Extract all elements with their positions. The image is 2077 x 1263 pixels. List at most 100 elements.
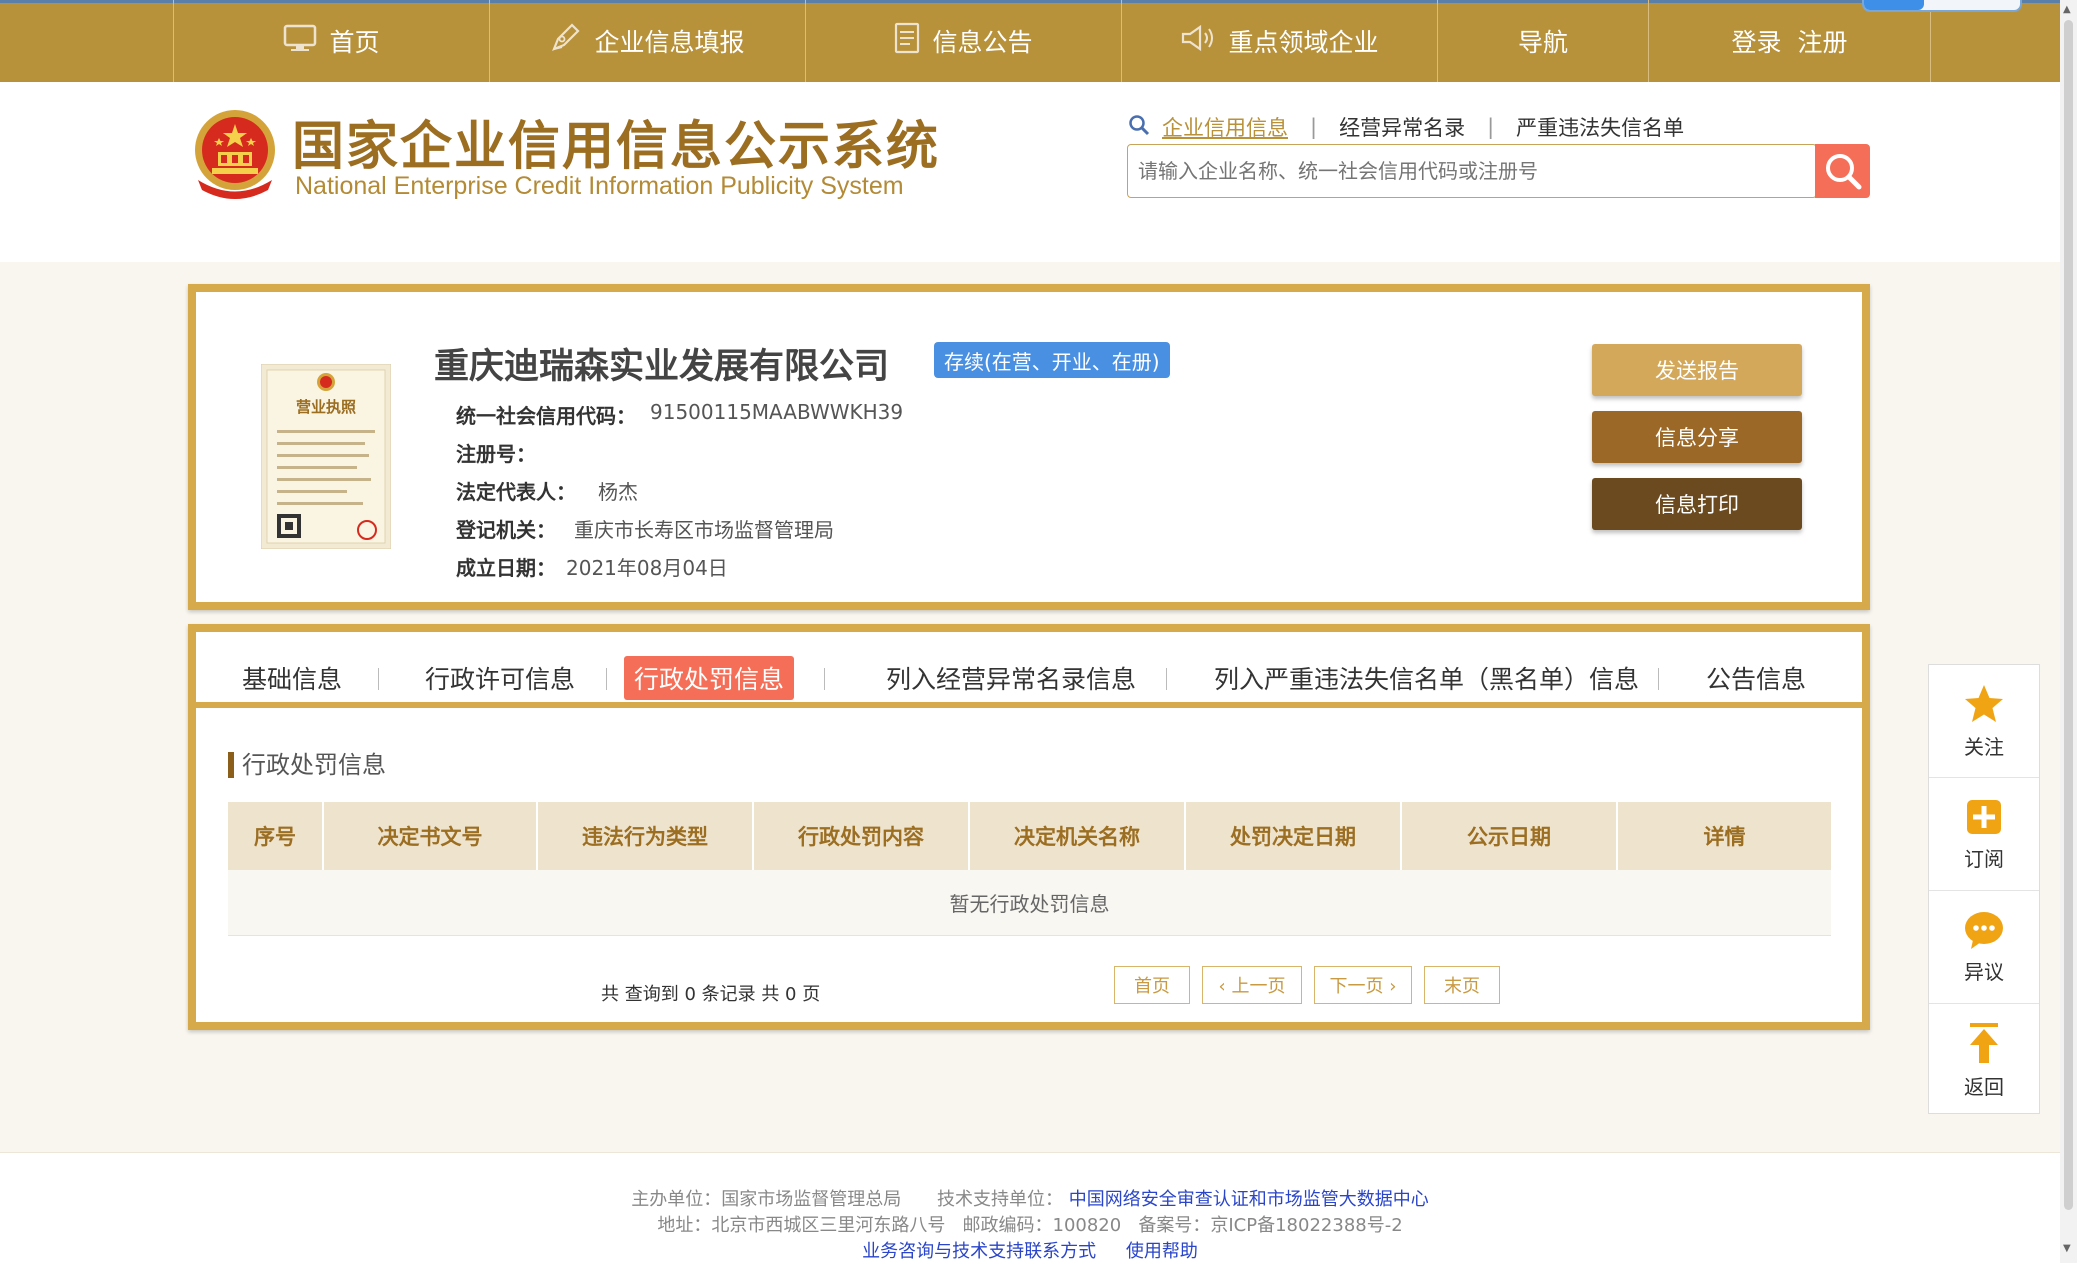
tab-admin-penalty[interactable]: 行政处罚信息: [624, 656, 795, 700]
column-header: 行政处罚内容: [754, 802, 970, 870]
info-authority-value: 重庆市长寿区市场监督管理局: [574, 518, 834, 542]
search-tab-blacklist[interactable]: 严重违法失信名单: [1516, 112, 1684, 142]
nav-login-register-label: 登录 注册: [1731, 28, 1848, 57]
search-tab-abnormal-list[interactable]: 经营异常名录: [1339, 112, 1465, 142]
column-header: 决定机关名称: [970, 802, 1186, 870]
send-report-button[interactable]: 发送报告: [1592, 344, 1802, 396]
search-tabs: 企业信用信息 | 经营异常名录 | 严重违法失信名单: [1128, 112, 1684, 142]
info-legal-rep-label: 法定代表人：: [456, 480, 576, 504]
vertical-scrollbar[interactable]: ▲ ▼: [2060, 0, 2077, 1263]
penalty-table: 序号 决定书文号 违法行为类型 行政处罚内容 决定机关名称 处罚决定日期 公示日…: [228, 802, 1831, 936]
search-tab-credit-info[interactable]: 企业信用信息: [1162, 112, 1288, 142]
nav-announcement[interactable]: 信息公告: [805, 0, 1121, 82]
search-icon: [1826, 154, 1862, 190]
site-header: 国家企业信用信息公示系统 National Enterprise Credit …: [0, 82, 2060, 262]
tab-divider: [1658, 668, 1659, 690]
monitor-icon: [283, 24, 317, 58]
site-title: 国家企业信用信息公示系统: [292, 117, 941, 177]
side-toolbar: 关注 订阅 异议 返回: [1928, 664, 2040, 1114]
info-established-value: 2021年08月04日: [566, 556, 728, 580]
company-name: 重庆迪瑞森实业发展有限公司: [434, 347, 890, 387]
section-title: 行政处罚信息: [228, 752, 386, 778]
objection-button[interactable]: 异议: [1929, 891, 2039, 1003]
nav-navigation-label: 导航: [1517, 28, 1568, 57]
nav-login-register[interactable]: 登录 注册: [1648, 0, 1931, 82]
tab-basic-info[interactable]: 基础信息: [232, 656, 352, 700]
pager-prev-button[interactable]: ‹ 上一页: [1202, 966, 1302, 1004]
license-title: 营业执照: [296, 398, 356, 416]
status-badge: 存续(在营、开业、在册): [934, 342, 1170, 378]
subscribe-label: 订阅: [1964, 846, 2004, 871]
info-reg-number: 注册号：: [456, 438, 536, 467]
tab-announcements[interactable]: 公告信息: [1696, 656, 1816, 700]
top-nav: 首页 企业信息填报 信息公告 重点领域企业 导航 登录 注册: [0, 0, 2060, 82]
star-icon: [1965, 684, 2003, 722]
nav-navigation[interactable]: 导航: [1437, 0, 1648, 82]
tab-divider: [378, 668, 379, 690]
nav-key-enterprises[interactable]: 重点领域企业: [1121, 0, 1437, 82]
browser-overlay-pill: [1862, 0, 2022, 12]
tab-divider: [606, 668, 607, 690]
info-tabs-panel: 基础信息 行政许可信息 行政处罚信息 列入经营异常名录信息 列入严重违法失信名单…: [188, 624, 1870, 1030]
search-tab-divider: |: [1310, 115, 1318, 139]
info-credit-code: 统一社会信用代码： 91500115MAABWWKH39: [456, 400, 903, 429]
footer-address: 地址：北京市西城区三里河东路八号 邮政编码：100820 备案号：京ICP备18…: [657, 1215, 1403, 1236]
arrow-up-icon: [1970, 1022, 1998, 1063]
search-tab-divider: |: [1487, 115, 1495, 139]
pager-first-button[interactable]: 首页: [1114, 966, 1190, 1004]
chat-icon: [1965, 911, 2003, 949]
nav-enterprise-report[interactable]: 企业信息填报: [489, 0, 805, 82]
nav-enterprise-report-label: 企业信息填报: [594, 28, 745, 57]
print-info-button[interactable]: 信息打印: [1592, 478, 1802, 530]
footer-tech-org-link[interactable]: 中国网络安全审查认证和市场监管大数据中心: [1069, 1189, 1429, 1210]
column-header: 处罚决定日期: [1186, 802, 1402, 870]
footer-help-link[interactable]: 使用帮助: [1126, 1241, 1198, 1262]
footer-sponsor: 主办单位：国家市场监督管理总局: [631, 1189, 902, 1210]
scroll-down-icon[interactable]: ▼: [2063, 1243, 2071, 1254]
subscribe-button[interactable]: 订阅: [1929, 778, 2039, 890]
info-established: 成立日期： 2021年08月04日: [456, 552, 728, 581]
nav-home[interactable]: 首页: [173, 0, 489, 82]
info-legal-rep-value: 杨杰: [598, 480, 638, 504]
pager-last-button[interactable]: 末页: [1424, 966, 1500, 1004]
back-to-top-label: 返回: [1964, 1074, 2004, 1099]
tab-admin-license[interactable]: 行政许可信息: [415, 656, 585, 700]
follow-button[interactable]: 关注: [1929, 665, 2039, 777]
tab-divider: [824, 668, 825, 690]
search-input[interactable]: [1127, 144, 1817, 198]
info-authority-label: 登记机关：: [456, 518, 556, 542]
tab-abnormal-list[interactable]: 列入经营异常名录信息: [876, 656, 1146, 700]
footer-links: 业务咨询与技术支持联系方式 使用帮助: [0, 1237, 2060, 1263]
scroll-up-icon[interactable]: ▲: [2063, 4, 2071, 15]
business-license-image[interactable]: 营业执照: [260, 363, 392, 550]
info-authority: 登记机关： 重庆市长寿区市场监督管理局: [456, 514, 834, 543]
nav-key-enterprises-label: 重点领域企业: [1228, 28, 1379, 57]
nav-announcement-label: 信息公告: [932, 28, 1033, 57]
plus-icon: [1967, 799, 2001, 834]
share-info-button[interactable]: 信息分享: [1592, 411, 1802, 463]
search-button[interactable]: [1815, 144, 1870, 198]
objection-label: 异议: [1964, 959, 2004, 984]
info-credit-code-label: 统一社会信用代码：: [456, 404, 636, 428]
footer-sponsor-line: 主办单位：国家市场监督管理总局 技术支持单位： 中国网络安全审查认证和市场监管大…: [0, 1185, 2060, 1211]
nav-home-label: 首页: [329, 28, 380, 57]
info-established-label: 成立日期：: [456, 556, 556, 580]
footer-contact-link[interactable]: 业务咨询与技术支持联系方式: [862, 1241, 1096, 1262]
info-reg-number-label: 注册号：: [456, 442, 536, 466]
site-subtitle: National Enterprise Credit Information P…: [295, 172, 904, 200]
national-emblem-logo: [190, 108, 280, 203]
table-empty-message: 暂无行政处罚信息: [228, 870, 1831, 936]
company-card: 营业执照 重庆迪瑞森实业发展有限公司 存续(在营、开业、在册) 统一社会信用代码…: [188, 284, 1870, 610]
document-icon: [894, 22, 920, 60]
pager-summary: 共 查询到 0 条记录 共 0 页: [601, 984, 821, 1005]
column-header: 决定书文号: [324, 802, 538, 870]
speaker-icon: [1180, 24, 1216, 58]
follow-label: 关注: [1964, 734, 2004, 759]
info-tab-bar: 基础信息 行政许可信息 行政处罚信息 列入经营异常名录信息 列入严重违法失信名单…: [196, 632, 1862, 708]
tab-blacklist[interactable]: 列入严重违法失信名单（黑名单）信息: [1204, 656, 1649, 700]
search-icon: [1128, 114, 1150, 141]
scrollbar-thumb[interactable]: [2064, 20, 2073, 1210]
back-to-top-button[interactable]: 返回: [1929, 1004, 2039, 1116]
column-header: 违法行为类型: [538, 802, 754, 870]
pager-next-button[interactable]: 下一页 ›: [1314, 966, 1412, 1004]
